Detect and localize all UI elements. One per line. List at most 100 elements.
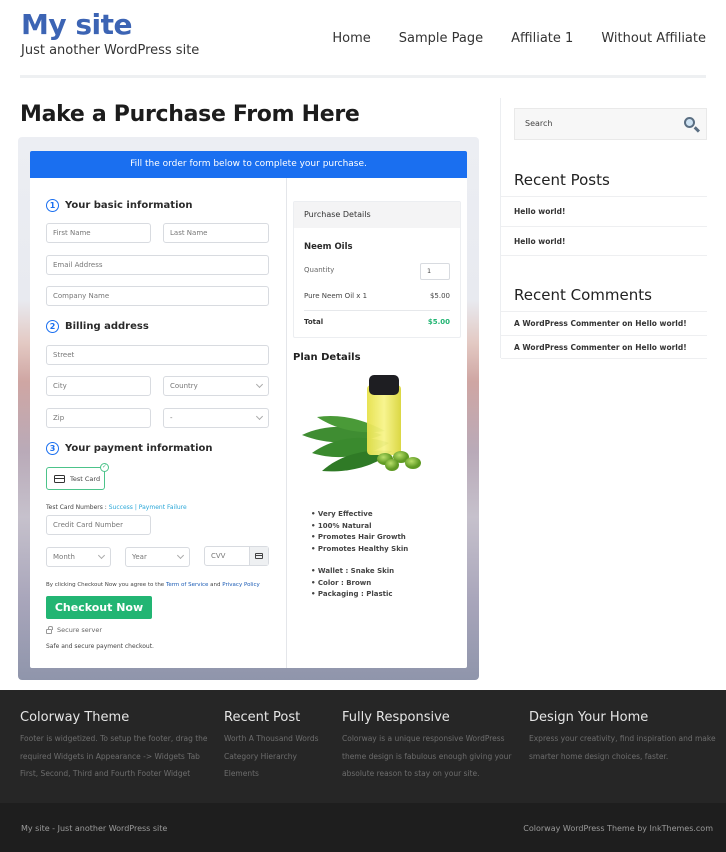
step-basic-info: 1 Your basic information <box>46 199 193 212</box>
test-success-link[interactable]: Success <box>109 504 133 511</box>
footer-col-title: Fully Responsive <box>342 710 450 725</box>
footer-text: smarter home design choices, faster. <box>529 751 669 761</box>
privacy-link[interactable]: Privacy Policy <box>222 582 259 588</box>
credit-card-icon <box>255 553 263 559</box>
footer-text: Colorway is a unique responsive WordPres… <box>342 734 505 743</box>
site-title[interactable]: My site <box>21 8 133 41</box>
nav-without-affiliate[interactable]: Without Affiliate <box>601 31 706 46</box>
feature-item: Promotes Hair Growth <box>311 533 408 545</box>
step-payment: 3 Your payment information <box>46 442 213 455</box>
quantity-input[interactable]: 1 <box>420 263 450 280</box>
site-tagline: Just another WordPress site <box>21 43 200 58</box>
footer-col-recent-post: Recent Post Worth A Thousand Words Categ… <box>224 710 319 783</box>
line-item: Pure Neem Oil x 1 $5.00 <box>304 292 450 300</box>
recent-posts-title: Recent Posts <box>514 171 610 189</box>
secure-label: Secure server <box>57 626 102 634</box>
footer-col-design: Design Your Home Express your creativity… <box>529 710 716 765</box>
terms-text: By clicking Checkout Now you agree to th… <box>46 582 260 588</box>
month-select-value: Month <box>53 553 75 561</box>
page-title: Make a Purchase From Here <box>20 102 360 127</box>
spec-list: Wallet : Snake Skin Color : Brown Packag… <box>311 567 394 602</box>
footer-link[interactable]: Worth A Thousand Words <box>224 730 319 748</box>
form-banner: Fill the order form below to complete yo… <box>30 151 467 178</box>
payment-method-test-card[interactable]: Test Card ✓ <box>46 463 109 490</box>
zip-input[interactable]: Zip <box>46 408 151 428</box>
footer-text: Express your creativity, find inspiratio… <box>529 734 716 743</box>
test-card-label: Test Card Numbers : <box>46 504 107 511</box>
site-header: My site Just another WordPress site Home… <box>0 0 726 78</box>
year-select[interactable]: Year <box>125 547 190 567</box>
spec-item: Color : Brown <box>311 579 394 591</box>
month-select[interactable]: Month <box>46 547 111 567</box>
recent-post-link[interactable]: Hello world! <box>501 196 707 226</box>
terms-prefix: By clicking Checkout Now you agree to th… <box>46 582 165 588</box>
payment-method-label: Test Card <box>70 474 101 483</box>
checkout-button[interactable]: Checkout Now <box>46 596 152 619</box>
plan-details-title: Plan Details <box>293 352 361 363</box>
header-divider <box>20 75 706 78</box>
footer-text: Footer is widgetized. To setup the foote… <box>20 734 208 743</box>
quantity-label: Quantity <box>304 266 335 274</box>
nav-sample-page[interactable]: Sample Page <box>399 31 483 46</box>
nav-affiliate-1[interactable]: Affiliate 1 <box>511 31 573 46</box>
footer-bottom-bar: My site - Just another WordPress site Co… <box>0 803 726 852</box>
line-item-name: Pure Neem Oil x 1 <box>304 292 368 300</box>
secure-server: Secure server <box>46 625 102 634</box>
recent-comment-link[interactable]: A WordPress Commenter on Hello world! <box>501 335 707 359</box>
purchase-details-heading: Purchase Details <box>294 202 460 228</box>
first-name-input[interactable]: First Name <box>46 223 151 243</box>
city-input[interactable]: City <box>46 376 151 396</box>
footer-widgets: Colorway Theme Footer is widgetized. To … <box>0 690 726 803</box>
last-name-input[interactable]: Last Name <box>163 223 269 243</box>
search-icon[interactable] <box>684 117 695 128</box>
test-failure-link[interactable]: Payment Failure <box>139 504 187 511</box>
step-title: Billing address <box>65 321 149 332</box>
separator: | <box>134 504 137 511</box>
footer-link[interactable]: Elements <box>224 765 319 783</box>
company-input[interactable]: Company Name <box>46 286 269 306</box>
chevron-down-icon <box>255 412 264 421</box>
chevron-down-icon <box>176 551 185 560</box>
recent-post-link[interactable]: Hello world! <box>501 226 707 256</box>
order-summary: Purchase Details Neem Oils Quantity 1 Pu… <box>287 178 467 668</box>
order-form: Fill the order form below to complete yo… <box>30 151 467 668</box>
footer-text: theme design is fabulous enough giving y… <box>342 751 512 761</box>
sidebar: Search Recent Posts Hello world! Hello w… <box>500 98 707 359</box>
credit-card-input[interactable]: Credit Card Number <box>46 515 151 535</box>
check-icon: ✓ <box>100 463 109 472</box>
feature-list: Very Effective 100% Natural Promotes Hai… <box>311 510 408 556</box>
terms-link[interactable]: Term of Service <box>166 582 208 588</box>
footer-col-colorway: Colorway Theme Footer is widgetized. To … <box>20 710 208 783</box>
recent-comments-title: Recent Comments <box>514 286 652 304</box>
nav-home[interactable]: Home <box>332 31 370 46</box>
cvv-help-button[interactable] <box>249 547 268 565</box>
country-select-value: Country <box>170 382 198 390</box>
feature-item: Very Effective <box>311 510 408 522</box>
product-name: Neem Oils <box>304 242 353 252</box>
recent-comment-link[interactable]: A WordPress Commenter on Hello world! <box>501 311 707 335</box>
footer-col-title: Recent Post <box>224 710 301 725</box>
terms-and: and <box>210 582 221 588</box>
step-billing: 2 Billing address <box>46 320 149 333</box>
test-card-numbers: Test Card Numbers : Success | Payment Fa… <box>46 504 187 511</box>
lock-icon <box>46 625 53 634</box>
footer-text: required Widgets in Appearance -> Widget… <box>20 751 200 761</box>
step-number-3: 3 <box>46 442 59 455</box>
main-nav: Home Sample Page Affiliate 1 Without Aff… <box>304 31 706 46</box>
chevron-down-icon <box>97 551 106 560</box>
search-input[interactable]: Search <box>514 108 707 140</box>
street-input[interactable]: Street <box>46 345 269 365</box>
footer-site-credit[interactable]: My site - Just another WordPress site <box>21 824 167 833</box>
cvv-input[interactable]: CVV <box>204 546 269 566</box>
step-number-1: 1 <box>46 199 59 212</box>
country-select[interactable]: Country <box>163 376 269 396</box>
footer-link[interactable]: Category Hierarchy <box>224 748 319 766</box>
email-input[interactable]: Email Address <box>46 255 269 275</box>
feature-item: 100% Natural <box>311 522 408 534</box>
spec-item: Wallet : Snake Skin <box>311 567 394 579</box>
state-select[interactable]: - <box>163 408 269 428</box>
spec-item: Packaging : Plastic <box>311 590 394 602</box>
search-placeholder: Search <box>525 119 553 128</box>
footer-theme-credit[interactable]: Colorway WordPress Theme by InkThemes.co… <box>523 824 713 833</box>
credit-card-icon <box>54 474 65 483</box>
